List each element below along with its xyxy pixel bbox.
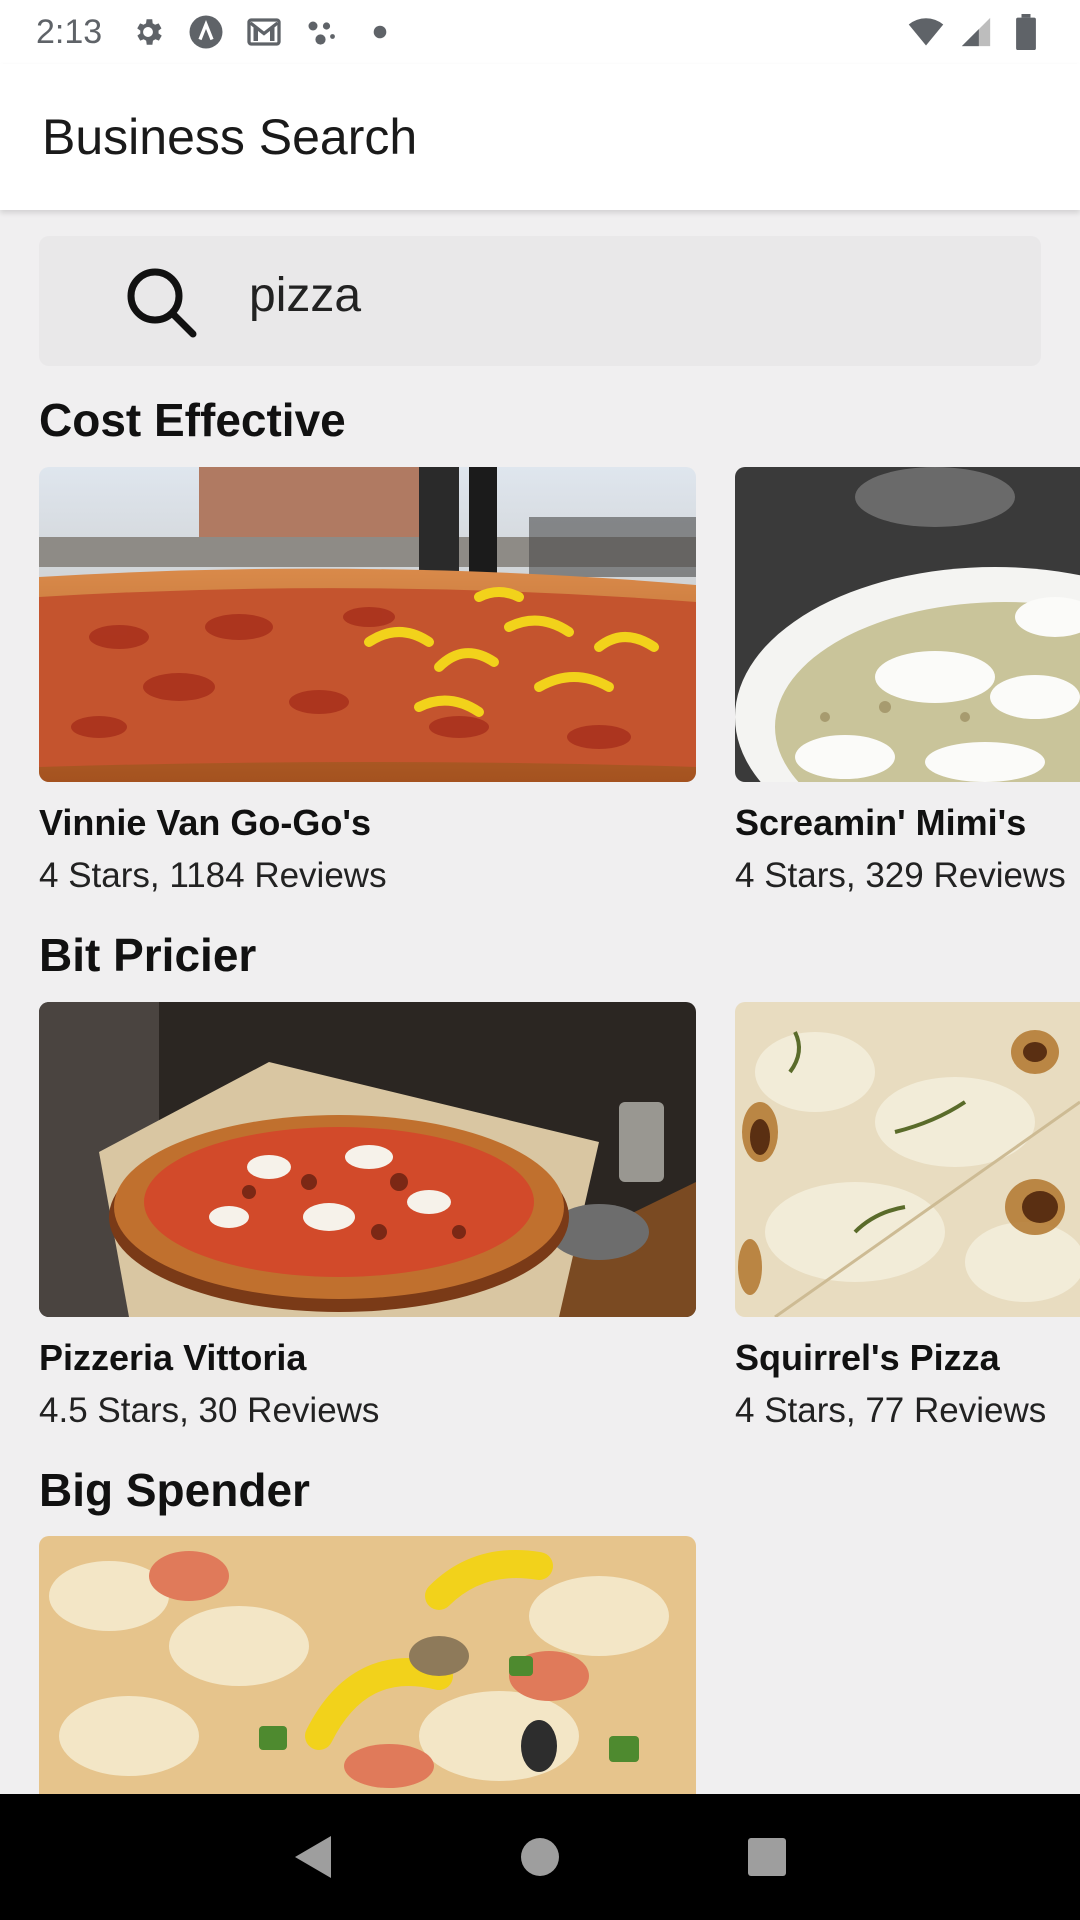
- status-time: 2:13: [36, 12, 103, 51]
- settings-icon: [130, 14, 166, 50]
- app-a-icon: [188, 14, 224, 50]
- business-rating: 4.5 Stars, 30 Reviews: [39, 1391, 380, 1430]
- business-rating: 4 Stars, 329 Reviews: [735, 856, 1066, 895]
- business-card-screamin-mimis[interactable]: Screamin' Mimi's 4 Stars, 329 Reviews: [735, 467, 1080, 896]
- section-title-big-spender: Big Spender: [39, 1464, 310, 1516]
- business-photo: [39, 1536, 696, 1794]
- dot-icon: [362, 14, 398, 50]
- business-photo: [735, 1002, 1080, 1317]
- business-name: Vinnie Van Go-Go's: [39, 802, 371, 843]
- search-query-text: pizza: [249, 269, 362, 322]
- recents-icon[interactable]: [737, 1827, 797, 1887]
- business-photo: [39, 467, 696, 782]
- business-card-big-spender-1[interactable]: [39, 1536, 696, 1794]
- business-name: Squirrel's Pizza: [735, 1337, 1000, 1378]
- business-rating: 4 Stars, 77 Reviews: [735, 1391, 1047, 1430]
- business-name: Screamin' Mimi's: [735, 802, 1027, 843]
- gmail-icon: [246, 14, 282, 50]
- status-notification-icons: [130, 14, 398, 50]
- search-icon: [121, 262, 201, 342]
- status-bar: 2:13: [0, 0, 1080, 64]
- section-title-cost-effective: Cost Effective: [39, 394, 346, 446]
- business-card-squirrels-pizza[interactable]: Squirrel's Pizza 4 Stars, 77 Reviews: [735, 1002, 1080, 1431]
- business-card-vinnie-van-go-gos[interactable]: Vinnie Van Go-Go's 4 Stars, 1184 Reviews: [39, 467, 696, 896]
- business-photo: [735, 467, 1080, 782]
- signal-icon: [958, 14, 994, 50]
- home-icon[interactable]: [510, 1827, 570, 1887]
- app-title: Business Search: [42, 109, 418, 165]
- wifi-icon: [908, 14, 944, 50]
- battery-icon: [1008, 14, 1044, 50]
- status-system-icons: [908, 14, 1044, 50]
- business-name: Pizzeria Vittoria: [39, 1337, 307, 1378]
- system-nav-bar: [0, 1794, 1080, 1920]
- search-input[interactable]: pizza: [39, 236, 1041, 366]
- back-icon[interactable]: [283, 1827, 343, 1887]
- business-photo: [39, 1002, 696, 1317]
- business-rating: 4 Stars, 1184 Reviews: [39, 856, 387, 895]
- assistant-icon: [304, 14, 340, 50]
- section-title-bit-pricier: Bit Pricier: [39, 929, 257, 981]
- business-card-pizzeria-vittoria[interactable]: Pizzeria Vittoria 4.5 Stars, 30 Reviews: [39, 1002, 696, 1431]
- app-bar: Business Search: [0, 64, 1080, 210]
